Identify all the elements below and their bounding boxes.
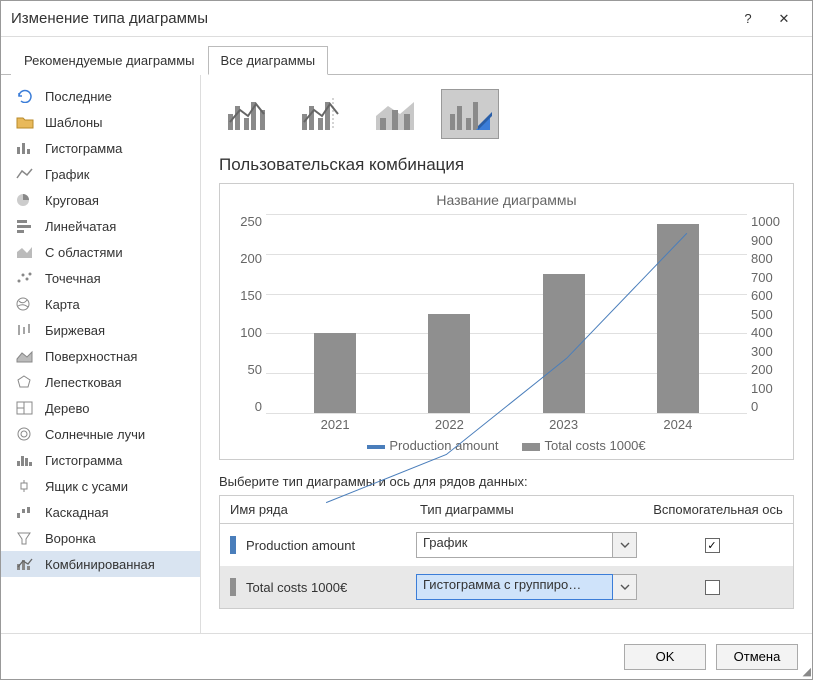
pie-chart-icon [15, 192, 35, 208]
sidebar-item-funnel[interactable]: Воронка [1, 525, 200, 551]
sidebar-item-bar-chart[interactable]: Линейчатая [1, 213, 200, 239]
close-button[interactable]: ✕ [766, 1, 802, 37]
recent-icon [15, 88, 35, 104]
scatter-chart-icon [15, 270, 35, 286]
window-title: Изменение типа диаграммы [11, 10, 730, 27]
sidebar-item-label: Солнечные лучи [45, 427, 145, 442]
y-axis-right: 10009008007006005004003002001000 [747, 214, 781, 414]
sidebar-item-label: График [45, 167, 89, 182]
plot-area: 250200150100500 100090080070060050040030… [232, 214, 781, 414]
bar-chart-icon [15, 218, 35, 234]
sidebar-item-area-chart[interactable]: С областями [1, 239, 200, 265]
sidebar-item-label: Круговая [45, 193, 99, 208]
sidebar-item-pie-chart[interactable]: Круговая [1, 187, 200, 213]
y-axis-left: 250200150100500 [232, 214, 266, 414]
sidebar-item-combo-chart[interactable]: Комбинированная [1, 551, 200, 577]
clustered-column-line-icon [226, 96, 270, 132]
sidebar-item-sunburst[interactable]: Солнечные лучи [1, 421, 200, 447]
area-chart-icon [15, 244, 35, 260]
stock-chart-icon [15, 322, 35, 338]
chart-title: Название диаграммы [232, 192, 781, 208]
sidebar-item-line-chart[interactable]: График [1, 161, 200, 187]
series-color-swatch [230, 578, 236, 596]
help-icon: ? [744, 11, 751, 26]
dialog-footer: OK Отмена ◢ [1, 633, 812, 679]
combo-subtype-3[interactable] [367, 89, 425, 139]
series-color-swatch [230, 536, 236, 554]
treemap-icon [15, 400, 35, 416]
combo-subtype-custom[interactable] [441, 89, 499, 139]
sidebar-item-stock-chart[interactable]: Биржевая [1, 317, 200, 343]
plot-canvas [266, 214, 747, 414]
boxplot-icon [15, 478, 35, 494]
sidebar-item-histogram[interactable]: Гистограмма [1, 447, 200, 473]
sidebar-item-treemap[interactable]: Дерево [1, 395, 200, 421]
folder-icon [15, 114, 35, 130]
custom-combo-icon [448, 96, 492, 132]
tab-recommended[interactable]: Рекомендуемые диаграммы [11, 46, 208, 75]
sidebar-item-label: С областями [45, 245, 123, 260]
sidebar-item-label: Точечная [45, 271, 101, 286]
resize-grip[interactable]: ◢ [803, 665, 811, 678]
sidebar-item-label: Ящик с усами [45, 479, 128, 494]
sidebar-item-radar-chart[interactable]: Лепестковая [1, 369, 200, 395]
sidebar-item-label: Каскадная [45, 505, 109, 520]
sidebar-item-label: Поверхностная [45, 349, 137, 364]
dialog-body: Последние Шаблоны Гистограмма График Кругова… [1, 75, 812, 633]
map-icon [15, 296, 35, 312]
waterfall-icon [15, 504, 35, 520]
clustered-column-line-secondary-icon [300, 96, 344, 132]
sidebar-item-label: Комбинированная [45, 557, 155, 572]
radar-chart-icon [15, 374, 35, 390]
tab-all-charts[interactable]: Все диаграммы [208, 46, 329, 75]
combo-subtype-row [219, 89, 794, 139]
title-bar: Изменение типа диаграммы ? ✕ [1, 1, 812, 37]
stacked-area-column-icon [374, 96, 418, 132]
chart-category-list[interactable]: Последние Шаблоны Гистограмма График Кругова… [1, 75, 201, 633]
sidebar-item-waterfall[interactable]: Каскадная [1, 499, 200, 525]
main-pane: Пользовательская комбинация Название диа… [201, 75, 812, 633]
funnel-icon [15, 530, 35, 546]
sidebar-item-recent[interactable]: Последние [1, 83, 200, 109]
sunburst-icon [15, 426, 35, 442]
sidebar-item-label: Гистограмма [45, 453, 122, 468]
sidebar-item-label: Дерево [45, 401, 89, 416]
ok-button[interactable]: OK [624, 644, 706, 670]
combo-subtype-2[interactable] [293, 89, 351, 139]
combo-subtype-1[interactable] [219, 89, 277, 139]
histogram-icon [15, 452, 35, 468]
chart-preview: Название диаграммы 250200150100500 10009… [219, 183, 794, 460]
sidebar-item-map[interactable]: Карта [1, 291, 200, 317]
sidebar-item-column-chart[interactable]: Гистограмма [1, 135, 200, 161]
sidebar-item-surface-chart[interactable]: Поверхностная [1, 343, 200, 369]
sidebar-item-label: Шаблоны [45, 115, 103, 130]
sidebar-item-label: Лепестковая [45, 375, 122, 390]
sidebar-item-label: Гистограмма [45, 141, 122, 156]
sidebar-item-label: Карта [45, 297, 80, 312]
help-button[interactable]: ? [730, 1, 766, 37]
surface-chart-icon [15, 348, 35, 364]
sidebar-item-boxplot[interactable]: Ящик с усами [1, 473, 200, 499]
sidebar-item-label: Последние [45, 89, 112, 104]
column-chart-icon [15, 140, 35, 156]
cancel-button[interactable]: Отмена [716, 644, 798, 670]
line-chart-icon [15, 166, 35, 182]
sidebar-item-label: Воронка [45, 531, 96, 546]
combo-chart-icon [15, 556, 35, 572]
sidebar-item-label: Биржевая [45, 323, 105, 338]
sidebar-item-label: Линейчатая [45, 219, 116, 234]
sidebar-item-scatter-chart[interactable]: Точечная [1, 265, 200, 291]
section-title: Пользовательская комбинация [219, 155, 794, 175]
sidebar-item-folder[interactable]: Шаблоны [1, 109, 200, 135]
close-icon: ✕ [779, 11, 790, 27]
tab-strip: Рекомендуемые диаграммы Все диаграммы [1, 37, 812, 75]
